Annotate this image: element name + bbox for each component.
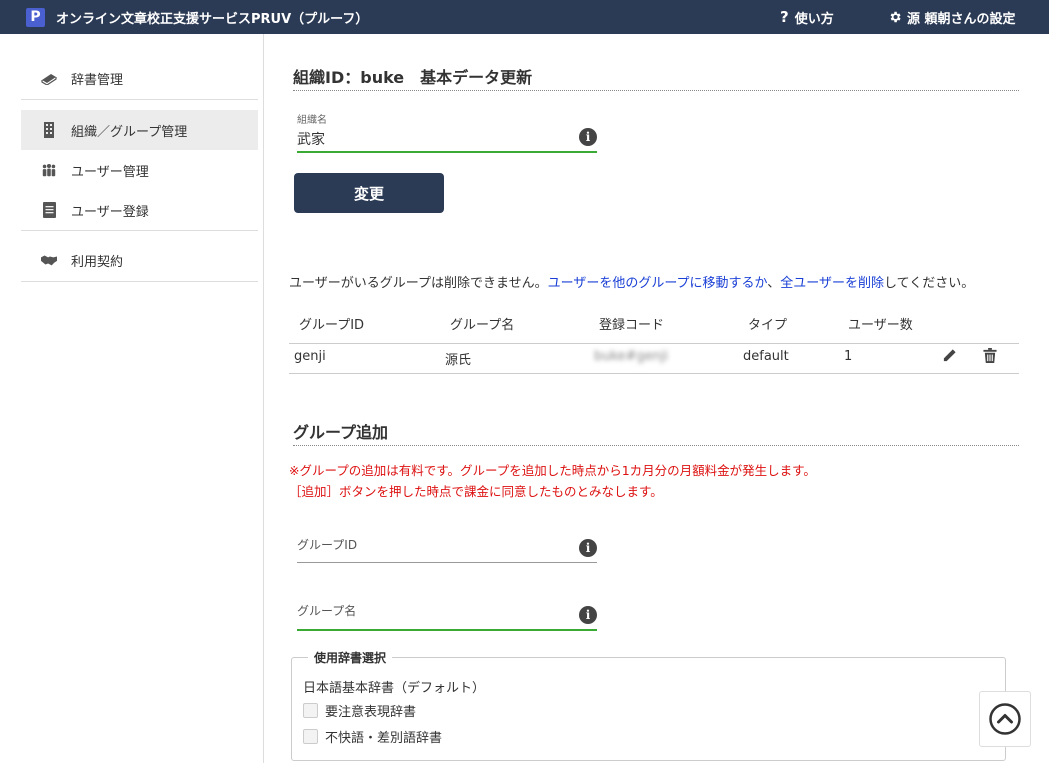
sidebar-item-contract[interactable]: 利用契約 bbox=[21, 240, 258, 280]
group-name-placeholder: グループ名 bbox=[297, 604, 357, 618]
main-content: 組織ID：buke 基本データ更新 組織名 武家 i 変更 ユーザーがいるグルー… bbox=[264, 34, 1049, 763]
trash-icon[interactable] bbox=[983, 348, 997, 367]
change-button[interactable]: 変更 bbox=[294, 173, 444, 213]
sidebar-item-label: 利用契約 bbox=[71, 254, 124, 270]
scroll-to-top-button[interactable] bbox=[979, 691, 1031, 747]
cell-group-id: genji bbox=[294, 349, 326, 364]
logo-letter: P bbox=[30, 9, 41, 25]
sidebar-item-org-group[interactable]: 組織／グループ管理 bbox=[21, 110, 258, 150]
app-title: オンライン文章校正支援サービスPRUV（プルーフ） bbox=[56, 11, 369, 27]
sidebar: 辞書管理 組織／グループ管理 ユーザー管理 ユーザー登録 利用契約 bbox=[0, 34, 264, 763]
section-divider bbox=[293, 90, 1019, 91]
column-header: ユーザー数 bbox=[848, 318, 913, 333]
dict-option-label: 不快語・差別語辞書 bbox=[325, 731, 443, 746]
notice-suffix: してください。 bbox=[884, 276, 975, 291]
field-underline bbox=[297, 562, 597, 563]
notice-prefix: ユーザーがいるグループは削除できません。 bbox=[289, 276, 548, 291]
cell-user-count: 1 bbox=[844, 349, 853, 364]
cell-group-name: 源氏 bbox=[445, 353, 472, 368]
dict-option-caution[interactable]: 要注意表現辞書 bbox=[303, 701, 416, 720]
column-header: グループ名 bbox=[450, 318, 515, 333]
charge-warning: ※グループの追加は有料です。グループを追加した時点から1カ月分の月額料金が発生し… bbox=[289, 463, 816, 478]
handshake-icon bbox=[41, 252, 57, 268]
dict-option-label: 要注意表現辞書 bbox=[325, 705, 417, 720]
info-icon[interactable]: i bbox=[579, 128, 597, 146]
table-divider bbox=[289, 373, 1019, 374]
pencil-icon[interactable] bbox=[942, 348, 957, 367]
charge-consent-warning: ［追加］ボタンを押した時点で課金に同意したものとみなします。 bbox=[289, 484, 663, 499]
dict-option-offensive[interactable]: 不快語・差別語辞書 bbox=[303, 727, 442, 746]
column-header: グループID bbox=[299, 318, 365, 333]
sidebar-item-label: 辞書管理 bbox=[71, 72, 124, 88]
org-section-title: 組織ID：buke 基本データ更新 bbox=[293, 68, 533, 87]
clipboard-icon bbox=[41, 202, 57, 218]
delete-notice: ユーザーがいるグループは削除できません。ユーザーを他のグループに移動するか、全ユ… bbox=[289, 272, 974, 291]
group-id-input[interactable]: グループID i bbox=[297, 536, 597, 564]
column-header: 登録コード bbox=[599, 318, 665, 333]
sidebar-item-dictionary[interactable]: 辞書管理 bbox=[21, 58, 258, 98]
dictionary-select-box: 使用辞書選択 日本語基本辞書（デフォルト） 要注意表現辞書 不快語・差別語辞書 bbox=[291, 649, 1006, 761]
sidebar-item-label: ユーザー管理 bbox=[71, 164, 149, 180]
notice-middle: 、 bbox=[767, 276, 781, 291]
cell-reg-code: buke#genji bbox=[594, 349, 669, 364]
move-users-link[interactable]: ユーザーを他のグループに移動するか bbox=[548, 276, 768, 291]
sidebar-divider bbox=[21, 99, 258, 100]
sidebar-item-label: ユーザー登録 bbox=[71, 204, 149, 220]
user-settings-link[interactable]: 源 頼朝さんの設定 bbox=[888, 0, 1016, 34]
building-icon bbox=[41, 122, 57, 138]
sidebar-divider bbox=[21, 230, 258, 231]
sidebar-divider bbox=[21, 281, 258, 282]
question-icon: ? bbox=[780, 8, 789, 26]
dictionary-legend: 使用辞書選択 bbox=[308, 649, 393, 666]
checkbox[interactable] bbox=[303, 703, 318, 718]
users-icon bbox=[41, 162, 57, 178]
column-header: タイプ bbox=[748, 318, 788, 333]
app-logo[interactable]: P bbox=[26, 7, 45, 27]
chevron-up-circle-icon bbox=[989, 703, 1021, 735]
group-add-title: グループ追加 bbox=[293, 423, 389, 442]
help-link[interactable]: ? 使い方 bbox=[780, 0, 834, 34]
sidebar-item-user-registration[interactable]: ユーザー登録 bbox=[21, 190, 258, 230]
org-name-field[interactable]: 組織名 武家 i bbox=[297, 111, 597, 155]
sidebar-item-user-management[interactable]: ユーザー管理 bbox=[21, 150, 258, 190]
table-divider bbox=[289, 343, 1019, 344]
group-name-input[interactable]: グループ名 i bbox=[297, 602, 597, 632]
field-underline bbox=[297, 151, 597, 153]
checkbox[interactable] bbox=[303, 729, 318, 744]
org-name-label: 組織名 bbox=[297, 115, 327, 126]
section-divider bbox=[293, 445, 1019, 446]
help-label: 使い方 bbox=[794, 11, 834, 27]
cell-type: default bbox=[743, 349, 789, 364]
info-icon[interactable]: i bbox=[579, 606, 597, 624]
book-icon bbox=[41, 70, 57, 86]
default-dictionary: 日本語基本辞書（デフォルト） bbox=[303, 681, 486, 696]
top-bar: P オンライン文章校正支援サービスPRUV（プルーフ） ? 使い方 源 頼朝さん… bbox=[0, 0, 1049, 34]
gear-icon bbox=[890, 11, 901, 23]
sidebar-item-label: 組織／グループ管理 bbox=[71, 124, 188, 140]
group-id-placeholder: グループID bbox=[297, 538, 358, 552]
delete-all-users-link[interactable]: 全ユーザーを削除 bbox=[780, 276, 884, 291]
org-name-value: 武家 bbox=[297, 132, 325, 148]
info-icon[interactable]: i bbox=[579, 539, 597, 557]
settings-label: 源 頼朝さんの設定 bbox=[907, 11, 1016, 27]
field-underline bbox=[297, 629, 597, 631]
